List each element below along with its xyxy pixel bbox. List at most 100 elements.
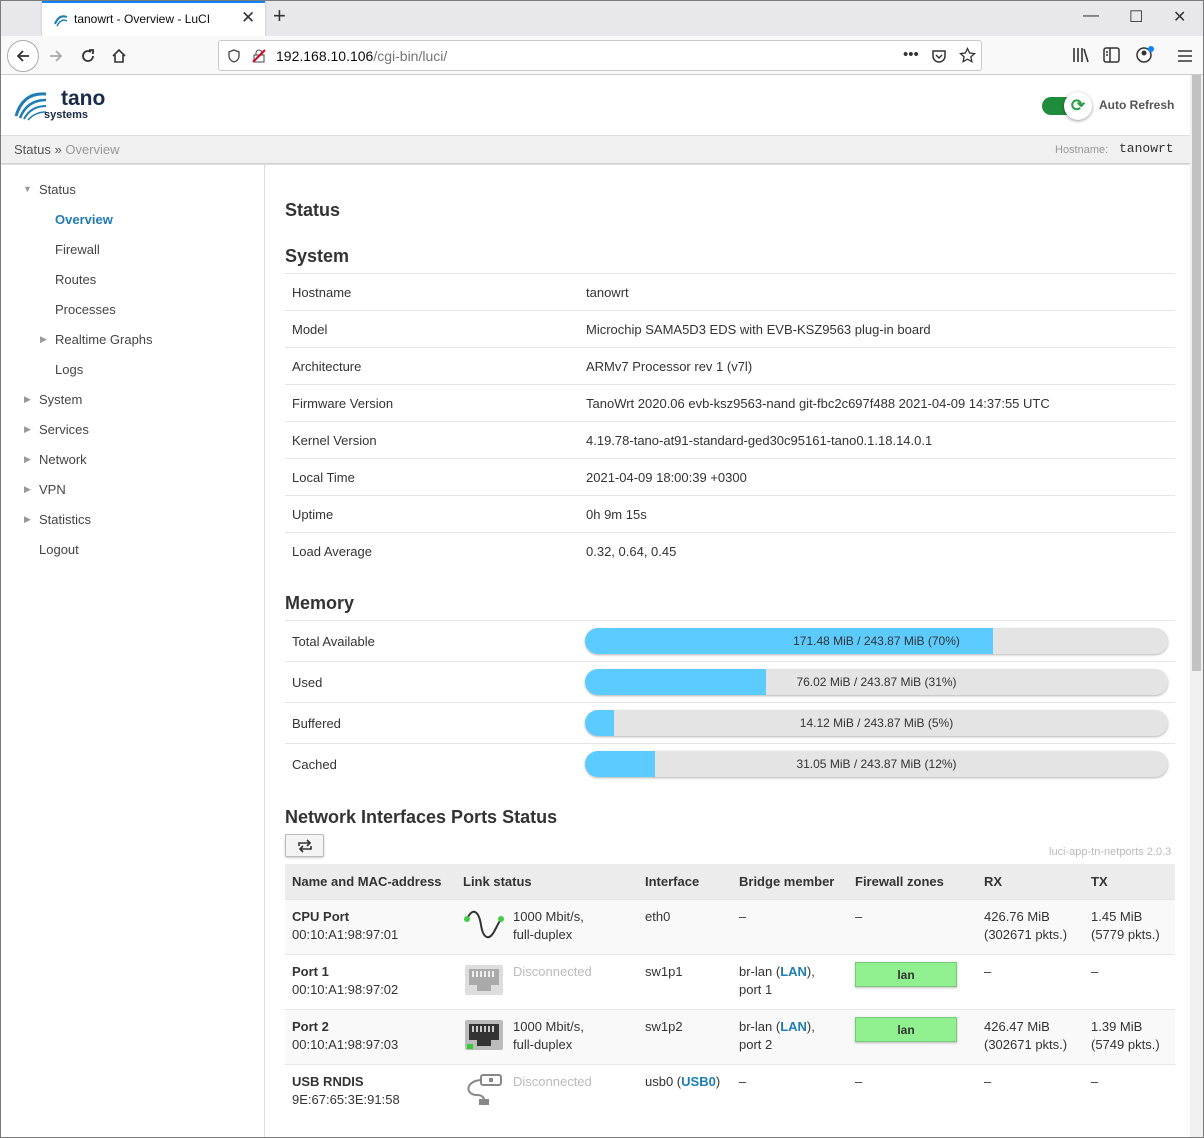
memory-key: Buffered [292,716,341,731]
interface-name: usb0 ( [645,1074,682,1089]
sidebar-item-firewall[interactable]: Firewall [55,242,100,257]
system-value: 0h 9m 15s [586,507,647,522]
interface-cell: sw1p1 [645,963,683,981]
bridge-name: br-lan ( [739,964,781,979]
interface-link[interactable]: USB0 [681,1074,716,1089]
collapsed-caret-icon[interactable]: ▶ [24,514,31,525]
maximize-icon[interactable]: ☐ [1129,7,1143,27]
sidebar-item-logs[interactable]: Logs [55,362,83,377]
sidebar-item-network[interactable]: Network [39,452,87,467]
bridge-link[interactable]: LAN [780,1019,807,1034]
system-value: 0.32, 0.64, 0.45 [586,544,677,559]
firewall-zone-badge[interactable]: lan [855,962,957,987]
url-bar[interactable]: 192.168.10.106/cgi-bin/luci/ ••• [218,40,982,71]
hostname-value: tanowrt [1119,141,1174,156]
collapsed-caret-icon[interactable]: ▶ [24,394,31,405]
collapsed-caret-icon[interactable]: ▶ [24,484,31,495]
link-status: 1000 Mbit/s, full-duplex [513,1018,584,1054]
memory-progress-bar: 76.02 MiB / 243.87 MiB (31%) [585,669,1168,695]
system-value: Microchip SAMA5D3 EDS with EVB-KSZ9563 p… [586,322,931,337]
back-icon[interactable] [7,40,39,72]
col-link: Link status [463,874,532,889]
memory-key: Cached [292,757,337,772]
plugin-version: luci-app-tn-netports 2.0.3 [1049,846,1172,858]
collapsed-caret-icon[interactable]: ▶ [40,334,47,345]
insecure-lock-icon[interactable] [251,48,267,64]
tx-cell: 1.45 MiB (5779 pkts.) [1091,908,1160,944]
expanded-caret-icon[interactable]: ▼ [23,184,32,194]
tano-logo[interactable]: tano systems [13,86,113,124]
rx-cell: – [984,1073,991,1091]
menu-icon[interactable] [1177,49,1193,63]
sidebar-item-routes[interactable]: Routes [55,272,96,287]
system-section-title: System [285,246,350,266]
page-scrollbar[interactable] [1190,75,1203,1137]
port-mac: 00:10:A1:98:97:02 [292,982,399,997]
col-interface: Interface [645,874,700,889]
library-icon[interactable] [1072,47,1090,63]
bookmark-star-icon[interactable] [959,47,976,64]
url-text[interactable]: 192.168.10.106/cgi-bin/luci/ [276,48,447,64]
hostname-label: Hostname: [1055,144,1109,156]
sidebar: ▼ Status Overview Firewall Routes Proces… [1,165,265,1137]
home-icon[interactable] [106,43,132,69]
ports-refresh-button[interactable] [285,834,324,857]
memory-row: Total Available 171.48 MiB / 243.87 MiB (… [285,620,1175,661]
system-key: Architecture [292,359,362,374]
auto-refresh-toggle[interactable]: ⟳ [1042,92,1092,120]
tab-active[interactable]: tanowrt - Overview - LuCI ✕ [42,1,265,36]
memory-row: Buffered 14.12 MiB / 243.87 MiB (5%) [285,702,1175,743]
scrollbar-thumb[interactable] [1192,75,1201,671]
interface-name: eth0 [645,909,671,924]
page-actions-icon[interactable]: ••• [903,46,919,63]
sidebar-item-status[interactable]: Status [39,182,76,197]
close-window-icon[interactable]: ✕ [1173,7,1186,27]
bridge-link[interactable]: LAN [780,964,807,979]
ports-table-header: Name and MAC-address Link status Interfa… [285,864,1175,899]
memory-progress-label: 171.48 MiB / 243.87 MiB (70%) [793,634,960,648]
sidebar-item-realtime-graphs[interactable]: Realtime Graphs [55,332,153,347]
main-content: Status System Hostname tanowrt Model Microc… [266,165,1190,1137]
table-row: Port 2 00:10:A1:98:97:03 1000 Mbit/s, full-… [285,1009,1175,1064]
col-tx: TX [1091,874,1108,889]
forward-icon[interactable] [43,43,69,69]
account-icon[interactable] [1135,45,1155,65]
port-name-cell: CPU Port 00:10:A1:98:97:01 [292,908,398,944]
firewall-zone-badge[interactable]: lan [855,1017,957,1042]
sidebar-item-logout[interactable]: Logout [39,542,79,557]
minimize-icon[interactable]: — [1083,7,1099,25]
ethernet-port-disconnected-icon [463,963,505,1002]
breadcrumb-status[interactable]: Status [14,142,51,157]
bridge-cell: br-lan (LAN), port 1 [739,964,815,997]
collapsed-caret-icon[interactable]: ▶ [24,424,31,435]
table-row: Port 1 00:10:A1:98:97:02 Disconnected sw1p1… [285,954,1175,1009]
sidebar-toggle-icon[interactable] [1103,47,1120,63]
system-key: Firmware Version [292,396,394,411]
sidebar-item-overview[interactable]: Overview [55,212,113,227]
col-name: Name and MAC-address [292,874,442,889]
tx-bytes: – [1091,964,1099,979]
collapsed-caret-icon[interactable]: ▶ [24,454,31,465]
system-value: 4.19.78-tano-at91-standard-ged30c95161-t… [586,433,933,448]
sidebar-item-processes[interactable]: Processes [55,302,116,317]
rx-cell: – [984,963,991,981]
breadcrumb-separator: » [50,142,66,157]
rx-cell: 426.76 MiB (302671 pkts.) [984,908,1067,944]
bridge-cell: br-lan (LAN), port 2 [739,1019,815,1052]
system-row: Uptime 0h 9m 15s [285,495,1175,532]
close-tab-icon[interactable]: ✕ [241,8,255,28]
sidebar-item-statistics[interactable]: Statistics [39,512,91,527]
memory-row: Used 76.02 MiB / 243.87 MiB (31%) [285,661,1175,702]
refresh-icon[interactable]: ⟳ [1064,92,1092,120]
new-tab-icon[interactable]: + [273,3,286,29]
sidebar-item-system[interactable]: System [39,392,82,407]
reload-icon[interactable] [75,43,101,69]
col-bridge: Bridge member [739,874,835,889]
sidebar-item-vpn[interactable]: VPN [39,482,66,497]
pocket-icon[interactable] [931,48,947,64]
auto-refresh-label[interactable]: Auto Refresh [1099,98,1174,112]
sidebar-item-services[interactable]: Services [39,422,89,437]
link-status: Disconnected [513,963,592,981]
system-key: Hostname [292,285,352,300]
shield-icon[interactable] [227,49,241,63]
